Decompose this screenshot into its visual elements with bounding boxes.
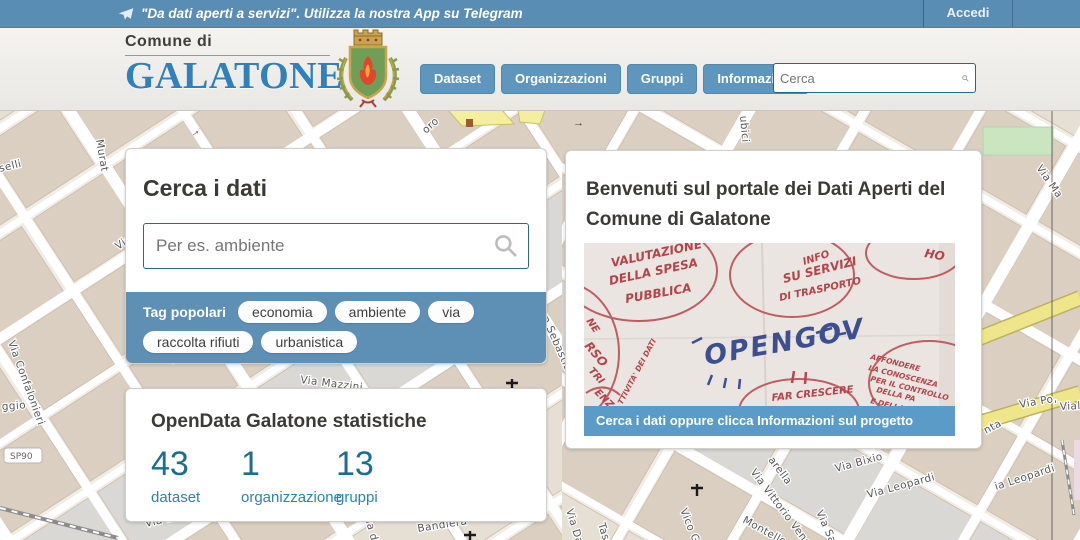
stats-row: 43 dataset 1 organizzazione 13 gruppi bbox=[151, 445, 546, 506]
search-icon[interactable] bbox=[494, 234, 518, 258]
site-header: Comune di GALATONE Dataset Organizzazion… bbox=[0, 27, 1080, 111]
telegram-banner-text: "Da dati aperti a servizi". Utilizza la … bbox=[141, 5, 523, 21]
popular-tags-bar: Tag popolari economia ambiente via racco… bbox=[126, 292, 546, 363]
nav-gruppi-button[interactable]: Gruppi bbox=[626, 64, 698, 94]
search-panel: Cerca i dati Tag popolari economia ambie… bbox=[125, 148, 547, 364]
header-search-box bbox=[773, 63, 976, 93]
top-bar: "Da dati aperti a servizi". Utilizza la … bbox=[0, 0, 1080, 28]
welcome-panel: Benvenuti sul portale dei Dati Aperti de… bbox=[565, 150, 982, 449]
brand-large-text: GALATONE bbox=[125, 55, 343, 97]
stat-organizzazione-value: 1 bbox=[241, 445, 260, 483]
map-street-label: Viale bbox=[1060, 400, 1080, 413]
telegram-banner-link[interactable]: "Da dati aperti a servizi". Utilizza la … bbox=[118, 0, 523, 27]
nav-organizzazioni-button[interactable]: Organizzazioni bbox=[500, 64, 621, 94]
stat-gruppi-label[interactable]: gruppi bbox=[336, 489, 378, 506]
stats-panel: OpenData Galatone statistiche 43 dataset… bbox=[125, 388, 547, 522]
tag-urbanistica[interactable]: urbanistica bbox=[261, 331, 358, 353]
popular-tags-label: Tag popolari bbox=[143, 304, 226, 320]
brand-small-text: Comune di bbox=[125, 33, 330, 56]
tag-via[interactable]: via bbox=[428, 301, 475, 323]
photo-caption: Cerca i dati oppure clicca Informazioni … bbox=[584, 406, 955, 436]
dataset-search-box bbox=[143, 223, 529, 269]
search-icon[interactable] bbox=[962, 71, 969, 86]
map-street-label: SP90 bbox=[10, 452, 33, 462]
stat-organizzazione: 1 organizzazione bbox=[241, 445, 342, 506]
tag-raccolta-rifiuti[interactable]: raccolta rifiuti bbox=[143, 331, 254, 353]
map-street-label: ubici bbox=[737, 115, 751, 143]
nav-dataset-button[interactable]: Dataset bbox=[420, 64, 495, 94]
stat-dataset: 43 dataset bbox=[151, 445, 241, 506]
map-street-label: ggio bbox=[1, 399, 26, 413]
map-park bbox=[982, 126, 1054, 156]
map-street-label: → bbox=[573, 117, 584, 129]
welcome-title: Benvenuti sul portale dei Dati Aperti de… bbox=[586, 179, 946, 230]
stat-dataset-value: 43 bbox=[151, 445, 189, 483]
site-logo[interactable]: Comune di GALATONE bbox=[125, 33, 343, 97]
stat-gruppi: 13 gruppi bbox=[336, 445, 378, 506]
portal-page: "Da dati aperti a servizi". Utilizza la … bbox=[0, 0, 1080, 540]
login-button[interactable]: Accedi bbox=[923, 0, 1013, 27]
search-panel-title: Cerca i dati bbox=[143, 175, 267, 201]
stat-dataset-label[interactable]: dataset bbox=[151, 489, 241, 506]
telegram-plane-icon bbox=[118, 7, 134, 20]
tag-economia[interactable]: economia bbox=[237, 301, 327, 323]
header-search-input[interactable] bbox=[774, 70, 962, 86]
stats-panel-title: OpenData Galatone statistiche bbox=[151, 411, 427, 432]
tag-ambiente[interactable]: ambiente bbox=[334, 301, 421, 323]
coat-of-arms-icon bbox=[336, 28, 400, 115]
stat-organizzazione-label[interactable]: organizzazione bbox=[241, 489, 342, 506]
opengov-photo: VALUTAZIONE DELLA SPESA PUBBLICA INFO SU SER… bbox=[584, 243, 955, 406]
stat-gruppi-value: 13 bbox=[336, 445, 374, 483]
dataset-search-input[interactable] bbox=[144, 236, 494, 256]
main-nav: Dataset Organizzazioni Gruppi Informazio… bbox=[420, 64, 809, 94]
